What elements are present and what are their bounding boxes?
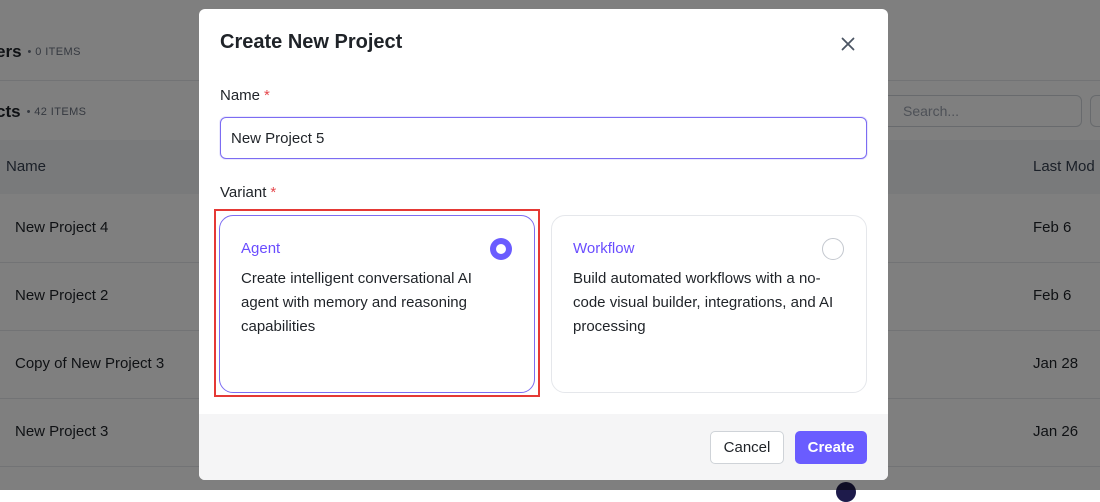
variant-description: Build automated workflows with a no-code… xyxy=(573,270,834,335)
name-label: Name * xyxy=(220,87,270,104)
create-project-dialog: Create New Project Name* Variant* Agent … xyxy=(199,9,888,480)
dialog-footer: Cancel Create xyxy=(199,414,888,480)
close-button[interactable] xyxy=(835,31,861,57)
variant-title: Agent xyxy=(241,240,281,257)
variant-card-agent[interactable]: Agent Create intelligent conversational … xyxy=(219,215,535,393)
radio-unselected[interactable] xyxy=(822,238,844,260)
name-label-text: Name xyxy=(220,87,261,104)
project-name-input[interactable] xyxy=(220,117,867,159)
required-marker: * xyxy=(270,184,277,201)
variant-label-text: Variant xyxy=(220,184,267,201)
required-marker: * xyxy=(264,87,270,104)
dialog-title: Create New Project xyxy=(220,31,403,53)
variant-card-workflow[interactable]: Workflow Build automated workflows with … xyxy=(551,215,867,393)
radio-selected[interactable] xyxy=(490,238,512,260)
variant-label: Variant * xyxy=(220,184,276,201)
close-icon xyxy=(841,37,855,51)
variant-description: Create intelligent conversational AI age… xyxy=(241,270,472,335)
variant-title: Workflow xyxy=(573,240,635,257)
create-button[interactable]: Create xyxy=(795,431,867,464)
cancel-button[interactable]: Cancel xyxy=(710,431,784,464)
